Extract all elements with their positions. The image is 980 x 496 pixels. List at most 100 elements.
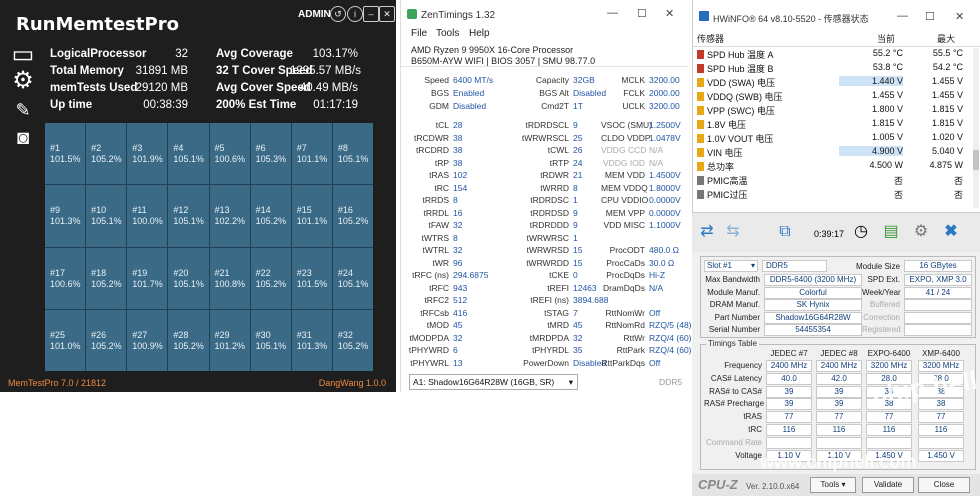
thread-coverage: 101.0% bbox=[50, 340, 81, 351]
timing-value: 15 bbox=[573, 257, 583, 268]
timing-value: 77 bbox=[816, 411, 862, 424]
timing-value: N/A bbox=[649, 157, 664, 168]
thread-coverage: 101.7% bbox=[132, 278, 163, 289]
scrollbar[interactable] bbox=[973, 48, 979, 208]
sensor-row[interactable]: 1.8V 电压 1.815 V 1.815 V bbox=[693, 118, 969, 131]
timing-value: 38 bbox=[453, 132, 463, 143]
timing-value: 1.8000V bbox=[649, 182, 681, 193]
timing-label: tRCDWR bbox=[414, 132, 449, 143]
scrollbar-thumb[interactable] bbox=[973, 150, 979, 170]
timing-label: CLDO VDDP bbox=[601, 132, 651, 143]
sensor-row[interactable]: VIN 电压 4.900 V 5.040 V bbox=[693, 146, 969, 159]
timing-value: 3200.00 bbox=[649, 75, 680, 85]
stat-value: 103.17% bbox=[312, 48, 358, 60]
network-icon[interactable]: ⧉ bbox=[774, 221, 796, 243]
gear-icon[interactable]: ⚙ bbox=[8, 68, 38, 94]
menu-file[interactable]: File bbox=[411, 28, 427, 39]
timing-label: tREFI bbox=[547, 282, 569, 293]
timing-label: RttParkDqs bbox=[601, 357, 645, 368]
history-icon[interactable]: ↺ bbox=[330, 6, 346, 22]
sensor-row[interactable]: VDDQ (SWB) 电压 1.455 V 1.455 V bbox=[693, 90, 969, 103]
timing-value: 32 bbox=[453, 245, 463, 255]
sensor-row[interactable]: SPD Hub 温度 B 53.8 °C 54.2 °C bbox=[693, 62, 969, 75]
sensor-row[interactable]: PMIC过压 否 否 bbox=[693, 188, 969, 201]
close-button[interactable]: ✕ bbox=[379, 6, 395, 22]
minimize-button[interactable]: – bbox=[363, 6, 379, 22]
thread-cell: #9 101.3% bbox=[45, 185, 86, 247]
module-select-value: A1: Shadow16G64R28W (16GB, SR) bbox=[413, 377, 555, 387]
sensor-row[interactable]: VPP (SWC) 电压 1.800 V 1.815 V bbox=[693, 104, 969, 117]
field-value: 54455354 bbox=[764, 324, 862, 336]
sensor-current: 1.440 V bbox=[839, 76, 903, 86]
timing-label: tRFC bbox=[429, 282, 449, 293]
field-label: Registered bbox=[862, 325, 901, 334]
hwinfo-logo-icon bbox=[699, 11, 709, 21]
thread-coverage: 101.2% bbox=[214, 340, 246, 351]
minimize-button[interactable]: — bbox=[897, 10, 908, 22]
sensor-row[interactable]: 1.0V VOUT 电压 1.005 V 1.020 V bbox=[693, 132, 969, 145]
sensor-row[interactable]: PMIC高温 否 否 bbox=[693, 174, 969, 187]
timing-label: Capacity bbox=[535, 75, 569, 85]
thread-id: #30 bbox=[255, 329, 271, 340]
stat-label: Avg Coverage bbox=[216, 48, 293, 60]
footer-version: MemTestPro 7.0 / 21812 bbox=[8, 378, 107, 388]
menu-tools[interactable]: Tools bbox=[436, 28, 459, 39]
arrows-left-right-icon[interactable]: ⇄ bbox=[696, 221, 718, 243]
clean-icon[interactable]: ✎ bbox=[8, 97, 38, 123]
timing-value: 1.2500V bbox=[649, 120, 681, 130]
thread-coverage: 105.2% bbox=[337, 340, 369, 351]
thread-cell: #19 101.7% bbox=[127, 247, 168, 309]
tools-button[interactable]: Tools ▾ bbox=[810, 477, 856, 493]
timing-value bbox=[766, 436, 812, 449]
timing-row-label: Voltage bbox=[735, 450, 762, 460]
timing-value: 39 bbox=[766, 398, 812, 411]
thread-cell: #17 100.6% bbox=[45, 247, 86, 309]
slot-select[interactable]: Slot #1 ▾ bbox=[704, 260, 758, 272]
column-max[interactable]: 最大 bbox=[937, 32, 955, 45]
close-button[interactable]: ✕ bbox=[665, 7, 674, 20]
arrows-disabled-icon[interactable]: ⇆ bbox=[722, 221, 744, 243]
thread-id: #29 bbox=[214, 329, 230, 340]
sensor-name: VIN 电压 bbox=[707, 148, 743, 158]
module-select[interactable]: A1: Shadow16G64R28W (16GB, SR) ▾ bbox=[409, 374, 578, 390]
stat-value: 29120 MB bbox=[135, 82, 188, 94]
thread-id: #3 bbox=[132, 143, 143, 153]
close-x-icon[interactable]: ✖ bbox=[940, 221, 962, 243]
sensor-row[interactable]: 总功率 4.500 W 4.875 W bbox=[693, 160, 969, 173]
maximize-button[interactable]: ☐ bbox=[637, 7, 647, 20]
column-sensor[interactable]: 传感器 bbox=[697, 32, 724, 45]
sensor-row[interactable]: VDD (SWA) 电压 1.440 V 1.455 V bbox=[693, 76, 969, 89]
timing-label: tFAW bbox=[428, 220, 449, 230]
minimize-button[interactable]: — bbox=[607, 7, 618, 19]
add-report-icon[interactable]: ▤ bbox=[880, 221, 902, 243]
thread-coverage: 105.1% bbox=[173, 278, 204, 289]
close-button[interactable]: ✕ bbox=[955, 10, 964, 23]
timing-label: MCLK bbox=[621, 75, 645, 85]
clock-icon[interactable]: ◷ bbox=[850, 221, 872, 243]
monitor-icon[interactable]: ▭ bbox=[8, 42, 38, 68]
timing-value: N/A bbox=[649, 282, 664, 293]
validate-button[interactable]: Validate bbox=[862, 477, 914, 493]
zentimings-logo-icon bbox=[407, 9, 417, 19]
timing-value: 16 bbox=[453, 207, 463, 218]
maximize-button[interactable]: ☐ bbox=[925, 10, 935, 23]
field-value: DDR5-6400 (3200 MHz) bbox=[764, 274, 862, 286]
board-info: B650M-AYW WIFI | BIOS 3057 | SMU 98.77.0 bbox=[411, 56, 596, 66]
menu-help[interactable]: Help bbox=[469, 28, 490, 39]
thread-coverage: 101.1% bbox=[296, 154, 328, 164]
column-current[interactable]: 当前 bbox=[877, 32, 895, 45]
timing-value: 24 bbox=[573, 157, 583, 168]
timing-label: UCLK bbox=[622, 101, 645, 111]
close-button[interactable]: Close bbox=[918, 477, 970, 493]
info-icon[interactable]: i bbox=[347, 6, 363, 22]
thread-id: #2 bbox=[91, 143, 102, 153]
sensor-row[interactable]: SPD Hub 温度 A 55.2 °C 55.5 °C bbox=[693, 48, 969, 61]
stat-value: 1295.57 MB/s bbox=[290, 65, 361, 77]
sensor-max: 1.815 V bbox=[931, 118, 963, 128]
settings-icon[interactable]: ⚙ bbox=[910, 221, 932, 243]
camera-icon[interactable]: ◙ bbox=[8, 125, 38, 151]
thread-coverage: 105.1% bbox=[337, 154, 369, 164]
thread-coverage: 105.2% bbox=[337, 216, 369, 227]
timing-label: Cmd2T bbox=[541, 101, 569, 111]
thread-coverage: 105.3% bbox=[255, 154, 287, 164]
